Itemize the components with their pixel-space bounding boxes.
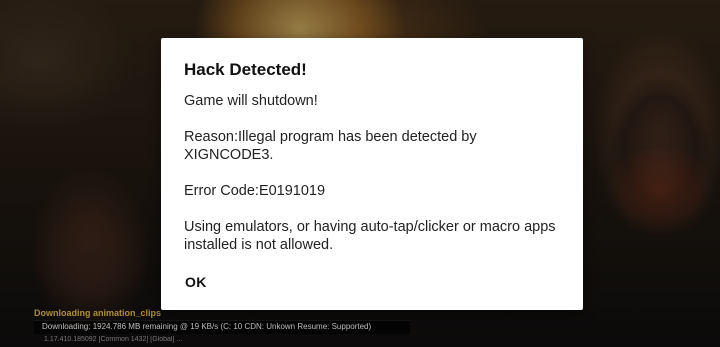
reason-message: Reason:Illegal program has been detected… — [184, 129, 477, 163]
dialog-message: Game will shutdown! Reason:Illegal progr… — [184, 92, 561, 254]
version-info: 1.17.410.185092 [Common 1432] [Global] .… — [44, 336, 183, 343]
hack-detected-dialog: Hack Detected! Game will shutdown! Reaso… — [161, 38, 583, 310]
shutdown-message: Game will shutdown! — [184, 93, 318, 109]
dialog-actions: OK — [175, 266, 217, 298]
dialog-title: Hack Detected! — [184, 60, 307, 79]
policy-message: Using emulators, or having auto-tap/clic… — [184, 219, 556, 253]
game-screen: Downloading animation_clips Downloading:… — [0, 0, 720, 347]
error-code-message: Error Code:E0191019 — [184, 183, 326, 199]
download-status-title: Downloading animation_clips — [34, 308, 162, 318]
ok-button[interactable]: OK — [175, 266, 217, 298]
download-status-detail: Downloading: 1924.786 MB remaining @ 19 … — [42, 322, 372, 331]
